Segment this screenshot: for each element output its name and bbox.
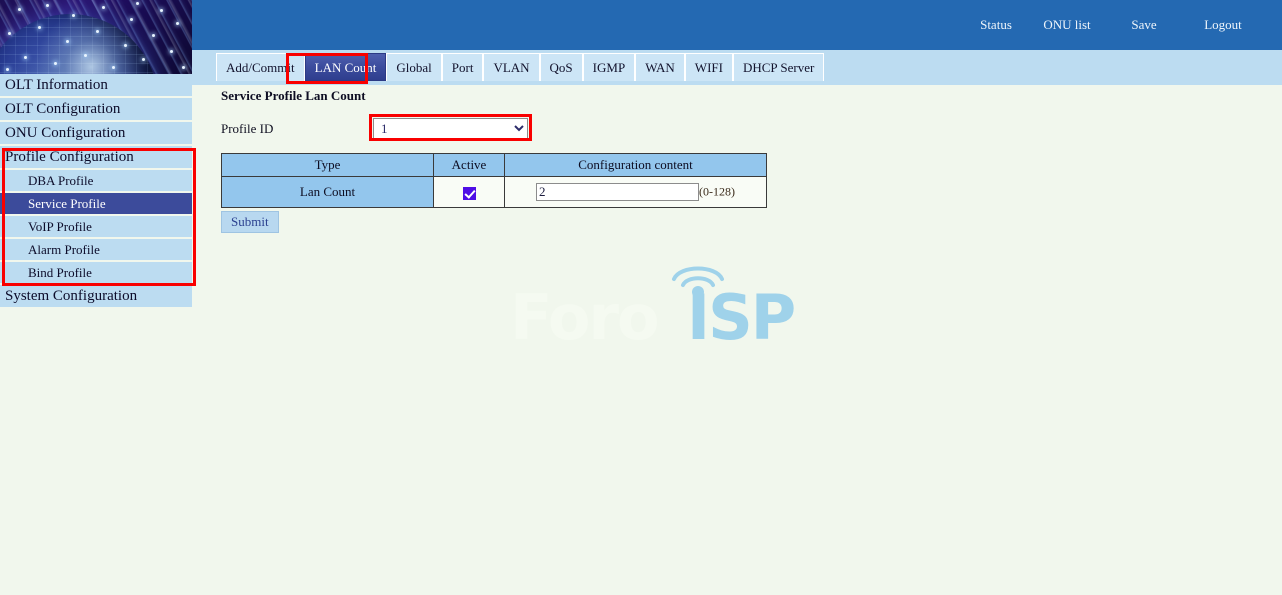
sidebar-item-voip-profile[interactable]: VoIP Profile xyxy=(0,216,192,239)
table-header-row: Type Active Configuration content xyxy=(221,153,767,177)
tab-bar: Add/Commit LAN Count Global Port VLAN Qo… xyxy=(192,50,1282,85)
tab-lan-count[interactable]: LAN Count xyxy=(304,53,387,81)
sidebar-item-profile-configuration[interactable]: Profile Configuration xyxy=(0,146,192,170)
header-nav-links: Status ONU list Save Logout xyxy=(964,0,1282,50)
nav-link-save[interactable]: Save xyxy=(1106,17,1182,33)
column-header-active: Active xyxy=(433,153,505,177)
lan-count-active-checkbox[interactable] xyxy=(462,186,476,200)
tab-dhcp-server[interactable]: DHCP Server xyxy=(732,53,825,81)
page-title: Service Profile Lan Count xyxy=(221,88,366,103)
table-row: Lan Count (0-128) xyxy=(221,176,767,208)
watermark-text-isp: ISP xyxy=(687,281,796,354)
nav-link-logout[interactable]: Logout xyxy=(1182,17,1264,33)
lan-count-range-hint: (0-128) xyxy=(699,184,735,199)
tab-add-commit[interactable]: Add/Commit xyxy=(216,53,305,81)
tab-vlan[interactable]: VLAN xyxy=(483,53,540,81)
light-dots-decoration xyxy=(0,0,192,74)
tab-port[interactable]: Port xyxy=(441,53,484,81)
sidebar-item-onu-configuration[interactable]: ONU Configuration xyxy=(0,122,192,146)
cell-configuration-content: (0-128) xyxy=(504,176,767,208)
sidebar-item-olt-configuration[interactable]: OLT Configuration xyxy=(0,98,192,122)
profile-id-select[interactable]: 1 xyxy=(373,118,528,139)
cell-type-lan-count: Lan Count xyxy=(221,176,434,208)
column-header-configuration-content: Configuration content xyxy=(504,153,767,177)
submit-button[interactable]: Submit xyxy=(221,211,279,233)
tab-qos[interactable]: QoS xyxy=(539,53,583,81)
sidebar-item-olt-information[interactable]: OLT Information xyxy=(0,74,192,98)
column-header-type: Type xyxy=(221,153,434,177)
sidebar-item-dba-profile[interactable]: DBA Profile xyxy=(0,170,192,193)
tab-wan[interactable]: WAN xyxy=(635,53,685,81)
foroisp-watermark: Foro ISP xyxy=(510,245,796,354)
nav-link-status[interactable]: Status xyxy=(964,17,1028,33)
tab-igmp[interactable]: IGMP xyxy=(582,53,636,81)
main-content-area: Foro ISP Service Profile Lan Count Profi… xyxy=(192,85,1282,595)
lan-count-input[interactable] xyxy=(536,183,699,201)
sidebar-item-system-configuration[interactable]: System Configuration xyxy=(0,285,192,309)
tab-wifi[interactable]: WIFI xyxy=(684,53,733,81)
sidebar-item-alarm-profile[interactable]: Alarm Profile xyxy=(0,239,192,262)
sidebar-item-service-profile[interactable]: Service Profile xyxy=(0,193,192,216)
tab-list: Add/Commit LAN Count Global Port VLAN Qo… xyxy=(216,53,825,81)
sidebar-menu: OLT Information OLT Configuration ONU Co… xyxy=(0,74,192,309)
profile-id-row: Profile ID 1 xyxy=(221,118,561,142)
tab-global[interactable]: Global xyxy=(386,53,442,81)
nav-link-onu-list[interactable]: ONU list xyxy=(1028,17,1106,33)
antenna-tower-icon xyxy=(672,266,724,298)
sidebar-item-bind-profile[interactable]: Bind Profile xyxy=(0,262,192,285)
banner-logo-image xyxy=(0,0,192,74)
watermark-text-foro: Foro xyxy=(510,281,660,354)
cell-active xyxy=(433,176,505,208)
lan-count-config-table: Type Active Configuration content Lan Co… xyxy=(221,153,767,208)
profile-id-label: Profile ID xyxy=(221,121,274,136)
